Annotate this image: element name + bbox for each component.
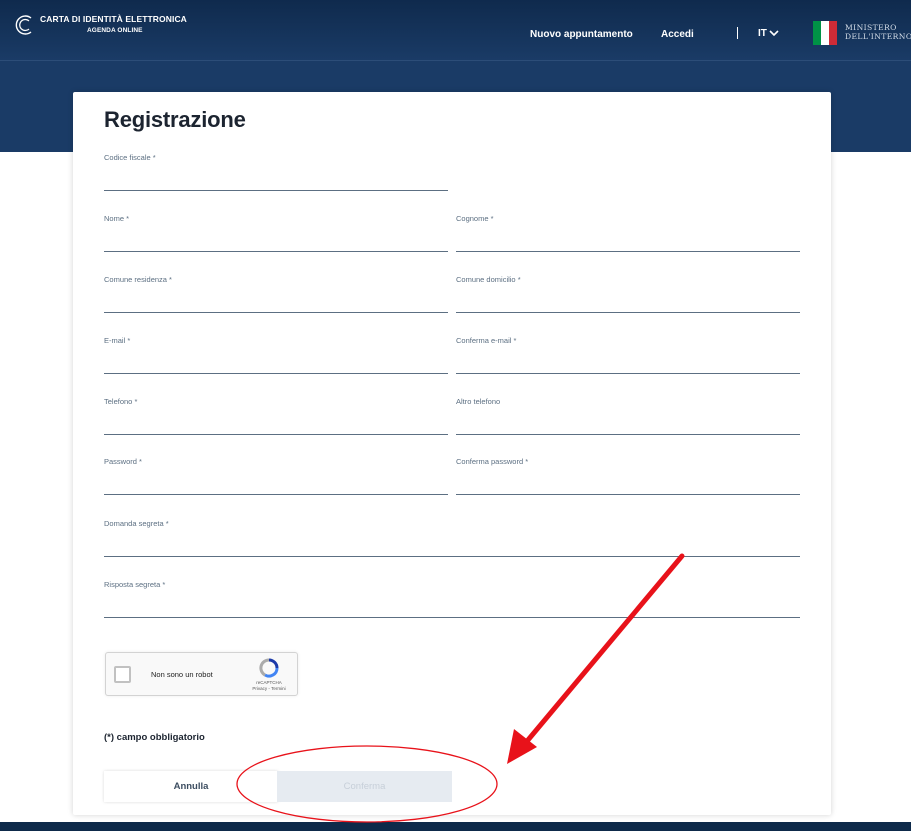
- header-divider: [0, 60, 911, 61]
- password-field: Password *: [104, 457, 448, 495]
- recaptcha-widget: Non sono un robot reCAPTCHA Privacy - Te…: [105, 652, 298, 696]
- recaptcha-label: Non sono un robot: [151, 670, 213, 679]
- comune-domicilio-input[interactable]: [456, 293, 800, 313]
- page-title: Registrazione: [104, 107, 246, 132]
- nome-input[interactable]: [104, 232, 448, 252]
- conferma-password-field: Conferma password *: [456, 457, 800, 495]
- password-input[interactable]: [104, 475, 448, 495]
- chevron-down-icon: [769, 30, 779, 37]
- cancel-button[interactable]: Annulla: [104, 771, 278, 802]
- nome-field: Nome *: [104, 214, 448, 252]
- comune-domicilio-field: Comune domicilio *: [456, 275, 800, 313]
- domanda-segreta-input[interactable]: [104, 537, 800, 557]
- email-input[interactable]: [104, 354, 448, 374]
- conferma-email-label: Conferma e-mail *: [456, 336, 517, 345]
- conferma-email-field: Conferma e-mail *: [456, 336, 800, 374]
- nav-login[interactable]: Accedi: [661, 29, 694, 40]
- recaptcha-checkbox[interactable]: [114, 666, 131, 683]
- email-field: E-mail *: [104, 336, 448, 374]
- recaptcha-logo-icon: [259, 658, 279, 678]
- codice-fiscale-label: Codice fiscale *: [104, 153, 156, 162]
- codice-fiscale-field: Codice fiscale *: [104, 153, 448, 191]
- footer-bar: [0, 822, 911, 831]
- confirm-button[interactable]: Conferma: [277, 771, 452, 802]
- conferma-password-input[interactable]: [456, 475, 800, 495]
- conferma-email-input[interactable]: [456, 354, 800, 374]
- language-selector[interactable]: IT: [758, 28, 779, 39]
- altro-telefono-input[interactable]: [456, 415, 800, 435]
- comune-residenza-input[interactable]: [104, 293, 448, 313]
- altro-telefono-field: Altro telefono: [456, 397, 800, 435]
- required-field-note: (*) campo obbligatorio: [104, 732, 205, 743]
- password-label: Password *: [104, 457, 142, 466]
- cognome-input[interactable]: [456, 232, 800, 252]
- risposta-segreta-input[interactable]: [104, 598, 800, 618]
- email-label: E-mail *: [104, 336, 131, 345]
- italian-flag-icon: [813, 21, 837, 45]
- codice-fiscale-input[interactable]: [104, 171, 448, 191]
- ministry-logo-text: MINISTERO DELL'INTERNO: [845, 23, 911, 41]
- risposta-segreta-field: Risposta segreta *: [104, 580, 800, 618]
- cie-logo-icon: [15, 15, 32, 35]
- recaptcha-footer: reCAPTCHA Privacy - Termini: [241, 680, 297, 691]
- language-label: IT: [758, 28, 767, 39]
- telefono-field: Telefono *: [104, 397, 448, 435]
- nav-new-appointment[interactable]: Nuovo appuntamento: [530, 29, 633, 40]
- domanda-segreta-label: Domanda segreta *: [104, 519, 169, 528]
- brand-logo-link[interactable]: CARTA DI IDENTITÀ ELETTRONICA AGENDA ONL…: [14, 14, 187, 36]
- registration-card: Registrazione Codice fiscale * Nome * Co…: [73, 92, 831, 815]
- brand-subtitle: AGENDA ONLINE: [87, 27, 143, 34]
- brand-title: CARTA DI IDENTITÀ ELETTRONICA: [40, 14, 187, 24]
- telefono-label: Telefono *: [104, 397, 138, 406]
- conferma-password-label: Conferma password *: [456, 457, 529, 466]
- comune-residenza-label: Comune residenza *: [104, 275, 172, 284]
- nome-label: Nome *: [104, 214, 130, 223]
- altro-telefono-label: Altro telefono: [456, 397, 501, 406]
- comune-domicilio-label: Comune domicilio *: [456, 275, 521, 284]
- telefono-input[interactable]: [104, 415, 448, 435]
- recaptcha-links[interactable]: Privacy - Termini: [241, 686, 297, 692]
- nav-separator: [737, 27, 738, 39]
- domanda-segreta-field: Domanda segreta *: [104, 519, 800, 557]
- cognome-field: Cognome *: [456, 214, 800, 252]
- comune-residenza-field: Comune residenza *: [104, 275, 448, 313]
- risposta-segreta-label: Risposta segreta *: [104, 580, 166, 589]
- cognome-label: Cognome *: [456, 214, 494, 223]
